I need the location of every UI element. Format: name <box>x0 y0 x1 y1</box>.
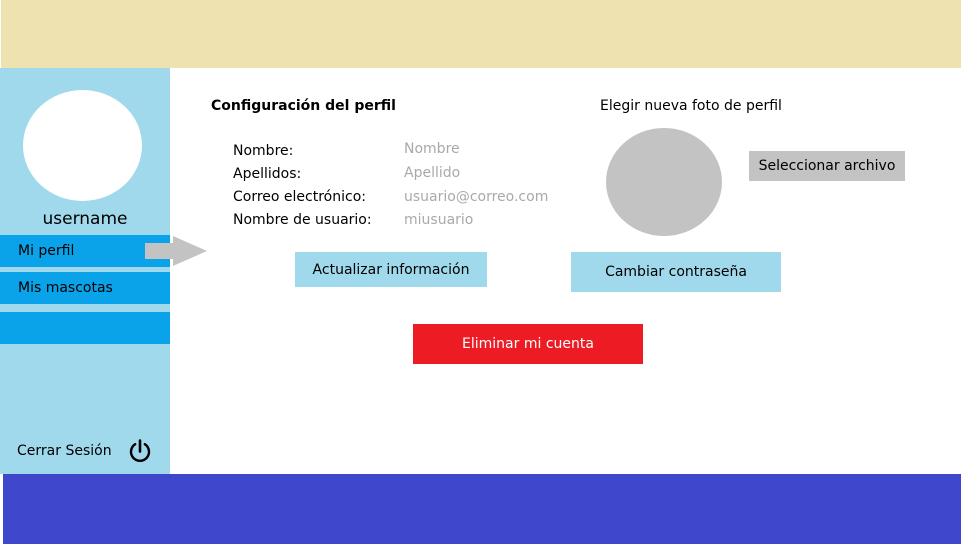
delete-account-button[interactable]: Eliminar mi cuenta <box>413 324 643 364</box>
sidebar-item-empty[interactable] <box>0 312 170 344</box>
page-title: Configuración del perfil <box>211 98 396 114</box>
field-label-correo: Correo electrónico: <box>233 189 366 205</box>
avatar <box>23 90 142 201</box>
username-label: username <box>42 209 128 229</box>
photo-section-title: Elegir nueva foto de perfil <box>600 98 782 114</box>
email-field[interactable]: usuario@correo.com <box>404 189 548 205</box>
arrow-right-icon <box>145 236 207 266</box>
select-file-button[interactable]: Seleccionar archivo <box>749 151 905 181</box>
profile-photo-preview <box>606 128 722 236</box>
field-label-apellidos: Apellidos: <box>233 166 302 182</box>
nombre-field[interactable]: Nombre <box>404 141 460 157</box>
power-icon[interactable] <box>128 439 152 463</box>
sidebar-item-mis-mascotas[interactable]: Mis mascotas <box>0 272 170 304</box>
username-field[interactable]: miusuario <box>404 212 473 228</box>
sidebar: username Mi perfil Mis mascotas Cerrar S… <box>0 68 170 474</box>
field-label-usuario: Nombre de usuario: <box>233 212 372 228</box>
apellidos-field[interactable]: Apellido <box>404 165 460 181</box>
page-header <box>1 0 961 68</box>
update-info-button[interactable]: Actualizar información <box>295 252 487 287</box>
logout-link[interactable]: Cerrar Sesión <box>17 443 112 459</box>
page-footer <box>3 474 961 544</box>
change-password-button[interactable]: Cambiar contraseña <box>571 252 781 292</box>
field-label-nombre: Nombre: <box>233 143 294 159</box>
